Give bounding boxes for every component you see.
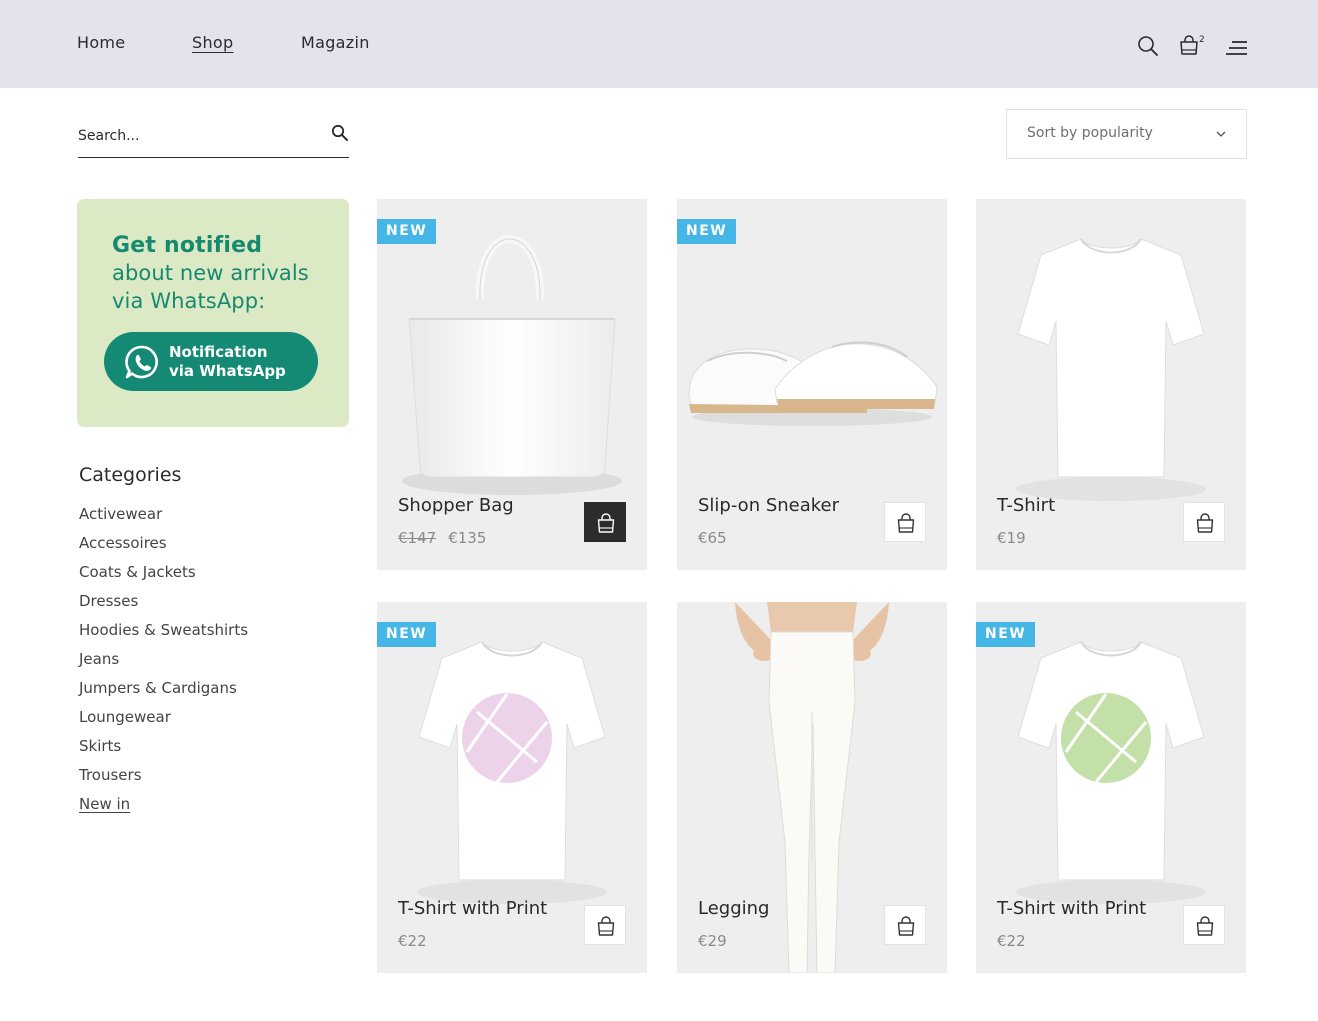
product-card-shopper-bag[interactable]: NEW Shopper Bag €147 €135 <box>377 199 647 570</box>
category-item[interactable]: Hoodies & Sweatshirts <box>79 620 248 649</box>
categories-title: Categories <box>79 464 182 486</box>
add-to-cart-button[interactable] <box>584 905 626 945</box>
product-card-t-shirt-with-print-pink[interactable]: NEW T-Shirt with Print €22 <box>377 602 647 973</box>
product-price: €29 <box>698 932 727 950</box>
new-badge: NEW <box>377 622 437 647</box>
category-item[interactable]: Jumpers & Cardigans <box>79 678 248 707</box>
shopping-bag-icon <box>597 513 615 533</box>
add-to-cart-button[interactable] <box>1183 502 1225 542</box>
new-badge: NEW <box>677 219 737 244</box>
add-to-cart-button[interactable] <box>584 502 626 542</box>
search-box <box>78 118 349 158</box>
new-badge: NEW <box>976 622 1036 647</box>
nav-shop[interactable]: Shop <box>192 33 233 52</box>
site-header: Home Shop Magazin 2 <box>0 0 1318 88</box>
add-to-cart-button[interactable] <box>884 905 926 945</box>
cart-icon[interactable] <box>1179 34 1199 56</box>
product-name[interactable]: T-Shirt with Print <box>997 898 1146 919</box>
whatsapp-promo-box: Get notified about new arrivals via What… <box>77 199 349 427</box>
category-list: Activewear Accessoires Coats & Jackets D… <box>79 504 248 823</box>
category-item[interactable]: Jeans <box>79 649 248 678</box>
sort-selected-label: Sort by popularity <box>1027 125 1153 141</box>
shopping-bag-icon <box>897 916 915 936</box>
product-price: €22 <box>398 932 427 950</box>
category-item[interactable]: Loungewear <box>79 707 248 736</box>
product-card-t-shirt[interactable]: T-Shirt €19 <box>976 199 1246 570</box>
add-to-cart-button[interactable] <box>884 502 926 542</box>
chevron-down-icon <box>1216 131 1226 137</box>
product-card-slip-on-sneaker[interactable]: NEW Slip-on Sneaker €65 <box>677 199 947 570</box>
product-name[interactable]: Legging <box>698 898 769 919</box>
promo-title: Get notified <box>112 233 263 258</box>
new-badge: NEW <box>377 219 437 244</box>
nav-magazin[interactable]: Magazin <box>301 33 370 52</box>
product-name[interactable]: T-Shirt <box>997 495 1055 516</box>
shopping-bag-icon <box>897 513 915 533</box>
category-item[interactable]: Accessoires <box>79 533 248 562</box>
promo-line-3: via WhatsApp: <box>112 289 266 313</box>
product-price: €19 <box>997 529 1026 547</box>
product-card-t-shirt-with-print-green[interactable]: NEW T-Shirt with Print €22 <box>976 602 1246 973</box>
product-card-legging[interactable]: Legging €29 <box>677 602 947 973</box>
product-name[interactable]: T-Shirt with Print <box>398 898 547 919</box>
whatsapp-notification-button[interactable]: Notification via WhatsApp <box>104 332 318 391</box>
category-item-new-in[interactable]: New in <box>79 794 248 823</box>
category-item[interactable]: Activewear <box>79 504 248 533</box>
product-price: €65 <box>698 529 727 547</box>
search-icon[interactable] <box>1137 35 1159 57</box>
shopping-bag-icon <box>1196 513 1214 533</box>
whatsapp-icon <box>125 345 158 379</box>
product-name[interactable]: Slip-on Sneaker <box>698 495 839 516</box>
sort-select[interactable]: Sort by popularity <box>1006 109 1247 159</box>
product-price: €147 €135 <box>398 529 486 547</box>
whatsapp-button-line-1: Notification <box>169 343 268 361</box>
cart-count-badge: 2 <box>1199 35 1205 45</box>
category-item[interactable]: Coats & Jackets <box>79 562 248 591</box>
search-input[interactable] <box>78 124 318 148</box>
product-price: €22 <box>997 932 1026 950</box>
category-item[interactable]: Dresses <box>79 591 248 620</box>
category-item[interactable]: Trousers <box>79 765 248 794</box>
product-name[interactable]: Shopper Bag <box>398 495 514 516</box>
search-submit-icon[interactable] <box>331 124 349 142</box>
whatsapp-button-line-2: via WhatsApp <box>169 362 286 380</box>
shopping-bag-icon <box>1196 916 1214 936</box>
add-to-cart-button[interactable] <box>1183 905 1225 945</box>
product-current-price: €135 <box>448 529 487 547</box>
nav-home[interactable]: Home <box>77 33 125 52</box>
hamburger-menu-icon[interactable] <box>1226 40 1248 56</box>
category-item[interactable]: Skirts <box>79 736 248 765</box>
product-old-price: €147 <box>398 529 437 547</box>
promo-line-2: about new arrivals <box>112 261 309 285</box>
shopping-bag-icon <box>597 916 615 936</box>
